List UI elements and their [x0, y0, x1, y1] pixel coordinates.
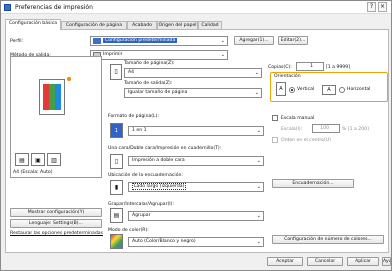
tab-basic-settings[interactable]: Configuración básica: [5, 19, 61, 30]
color-mode-icon: [110, 234, 123, 249]
portrait-label: Vertical: [297, 87, 315, 92]
copies-label: Copias(C):: [268, 65, 292, 70]
scale-value: 100: [320, 126, 329, 131]
landscape-icon: A: [322, 85, 336, 95]
cancel-button[interactable]: Cancelar: [307, 257, 343, 266]
copies-value: 1: [310, 64, 313, 69]
center-checkbox[interactable]: [272, 137, 278, 143]
layout-icon[interactable]: ▤: [15, 153, 29, 166]
tab-paper-source[interactable]: Origen del papel: [157, 21, 198, 29]
page-layout-dropdown[interactable]: 1 en 1 ⌄: [128, 126, 264, 136]
restore-defaults-link[interactable]: Restaurar las opciones predeterminadas: [10, 231, 103, 236]
page-size-icon: ▯: [110, 64, 122, 80]
staple-dropdown[interactable]: Agrupar ⌄: [128, 211, 264, 221]
page-size-value: A4: [128, 70, 135, 75]
output-size-value: Igualar tamaño de página: [128, 90, 188, 95]
add-profile-button[interactable]: Agregar(1)...: [234, 36, 274, 45]
manual-scale-label: Escala manual: [281, 116, 315, 121]
ok-button[interactable]: Aceptar: [267, 257, 303, 266]
profile-icon: [93, 38, 101, 44]
preview-page-image: [39, 79, 65, 115]
collate-icon: ▤: [110, 208, 123, 223]
title-bar: Preferencias de impresión ? ×: [1, 1, 391, 14]
copies-stepper[interactable]: 1: [296, 62, 324, 71]
profile-value: Configuración predeterminada: [103, 38, 178, 43]
output-size-label: Tamaño de salida(Z):: [124, 81, 173, 86]
color-count-button[interactable]: Configuración de número de colores...: [272, 235, 384, 244]
page-size-label: Tamaño de página(Z):: [124, 61, 175, 66]
color-mode-value: Auto (Color/Blanco y negro): [132, 239, 196, 244]
staple-label: Grapar/Intercalar/Agrupar(I):: [108, 202, 174, 207]
tab-page-setup[interactable]: Configuración de página: [61, 21, 127, 29]
manual-scale-checkbox[interactable]: [272, 115, 278, 121]
help-icon[interactable]: ?: [367, 2, 376, 12]
chevron-down-icon: ⌄: [256, 184, 261, 190]
binding-button[interactable]: Encuadernación...: [272, 179, 354, 188]
landscape-label: Horizontal: [347, 87, 371, 92]
staple-indicator-icon: [67, 77, 71, 81]
chevron-down-icon: ⌄: [256, 158, 261, 164]
chevron-down-icon: ⌄: [256, 213, 261, 219]
landscape-radio[interactable]: [339, 87, 345, 93]
preview-mode-icons: ▤ ▣ ▥: [13, 153, 101, 167]
duplex-icon[interactable]: ▣: [31, 153, 45, 166]
close-icon[interactable]: ×: [378, 2, 387, 12]
page-layout-icon: 1: [110, 123, 123, 138]
output-method-dropdown[interactable]: Imprimir ⌄: [90, 50, 228, 60]
center-label: Orden en el centro(U): [281, 138, 331, 143]
page-layout-value: 1 en 1: [132, 128, 147, 133]
tab-quality[interactable]: Calidad: [198, 21, 222, 29]
chevron-down-icon: ⌄: [254, 90, 259, 96]
scale-label: Escala(I):: [281, 127, 303, 132]
printer-icon: [4, 4, 11, 11]
duplex-setting-icon: ▯: [110, 154, 123, 169]
color-mode-dropdown[interactable]: Auto (Color/Blanco y negro) ⌄: [128, 237, 264, 247]
scale-stepper[interactable]: 100: [312, 124, 340, 133]
portrait-icon: A: [276, 82, 286, 96]
orientation-label: Orientación: [274, 74, 301, 79]
show-settings-button[interactable]: Mostrar configuración(Y): [10, 208, 102, 217]
profile-dropdown[interactable]: Configuración predeterminada ⌄: [90, 36, 228, 46]
color-mode-label: Modo de color(R):: [108, 228, 149, 233]
preview-caption: A4 (Escala: Auto): [13, 170, 53, 175]
output-method-value: Imprimir: [103, 52, 123, 57]
chevron-down-icon: ⌄: [256, 128, 261, 134]
help-button[interactable]: Ayuda: [382, 257, 391, 266]
print-preferences-window: Preferencias de impresión ? × Configurac…: [0, 0, 392, 271]
profile-label: Perfil:: [10, 39, 24, 44]
language-settings-button[interactable]: Lenguaje: Settings(B)...: [10, 219, 102, 228]
page-preview: ▤ ▣ ▥ A4 (Escala: Auto): [10, 56, 102, 178]
chevron-down-icon: ⌄: [256, 239, 261, 245]
tab-finishing[interactable]: Acabado: [127, 21, 157, 29]
page-layout-label: Formato de página(L):: [108, 114, 160, 119]
edit-profile-button[interactable]: Editar(2)...: [278, 36, 308, 45]
chevron-down-icon: ⌄: [220, 52, 225, 58]
binding-value: Lado largo (izquierda): [132, 183, 187, 190]
apply-button[interactable]: Aplicar: [347, 257, 379, 266]
chevron-down-icon: ⌄: [220, 38, 225, 44]
chevron-down-icon: ⌄: [254, 70, 259, 76]
page-size-dropdown[interactable]: A4 ⌄: [124, 68, 262, 78]
duplex-value: Impresión a doble cara: [132, 158, 185, 163]
binding-dropdown[interactable]: Lado largo (izquierda) ⌄: [128, 182, 264, 192]
copies-range: [1 a 9999]: [326, 65, 350, 70]
duplex-label: Una cara/Doble cara/Impresión en cuadern…: [108, 146, 222, 151]
portrait-radio[interactable]: [289, 87, 295, 93]
binding-label: Ubicación de la encuadernación:: [108, 173, 183, 178]
binding-icon: ▮: [110, 180, 123, 195]
staple-value: Agrupar: [132, 213, 151, 218]
window-title: Preferencias de impresión: [15, 4, 93, 11]
scale-range: % [1 a 200]: [342, 127, 369, 132]
finishing-icon[interactable]: ▥: [47, 153, 61, 166]
output-size-dropdown[interactable]: Igualar tamaño de página ⌄: [124, 88, 262, 98]
settings-panel: Perfil: Configuración predeterminada ⌄ A…: [5, 29, 389, 253]
duplex-dropdown[interactable]: Impresión a doble cara ⌄: [128, 156, 264, 166]
